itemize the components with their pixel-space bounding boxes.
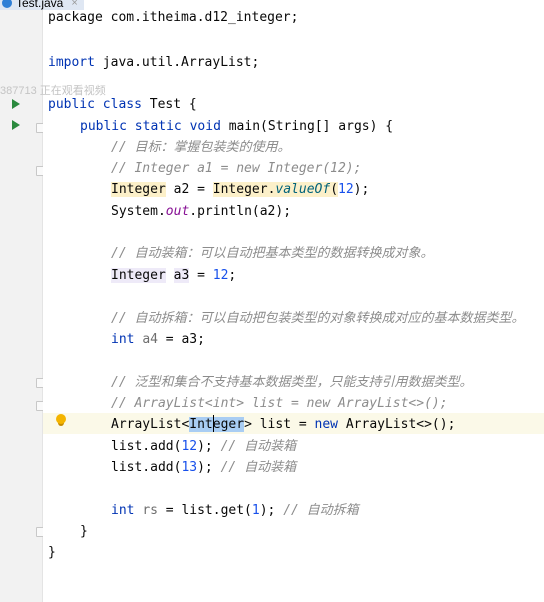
run-main-icon[interactable]: [12, 120, 20, 130]
code-line-add-12: list.add(12); // 自动装箱: [111, 439, 297, 454]
code-line-comment: // 泛型和集合不支持基本数据类型，只能支持引用数据类型。: [111, 375, 473, 390]
code-line-comment: // 自动装箱：可以自动把基本类型的数据转换成对象。: [111, 246, 434, 261]
viewer-count-overlay: 387713 正在观看视频: [0, 85, 106, 97]
lightbulb-icon[interactable]: [56, 414, 66, 424]
editor-gutter[interactable]: [0, 10, 42, 602]
code-line-list-decl: ArrayList<Integer> list = new ArrayList<…: [111, 417, 456, 432]
code-line-comment: // 目标：掌握包装类的使用。: [111, 140, 291, 155]
code-line-println: System.out.println(a2);: [111, 204, 292, 219]
code-line-close-class: }: [48, 545, 56, 560]
code-line-rs: int rs = list.get(1); // 自动拆箱: [111, 503, 359, 518]
code-line-a4: int a4 = a3;: [111, 332, 205, 347]
code-line-comment: // ArrayList<int> list = new ArrayList<>…: [111, 396, 448, 411]
code-line-main-decl: public static void main(String[] args) {: [80, 119, 394, 134]
code-line-comment: // Integer a1 = new Integer(12);: [111, 161, 362, 176]
java-class-icon: [2, 0, 12, 8]
code-line-add-13: list.add(13); // 自动装箱: [111, 460, 297, 475]
code-line-import: import java.util.ArrayList;: [48, 55, 260, 70]
code-line-comment: // 自动拆箱：可以自动把包装类型的对象转换成对应的基本数据类型。: [111, 311, 525, 326]
code-line-package: package com.itheima.d12_integer;: [48, 10, 299, 25]
code-line-close-method: }: [80, 524, 88, 539]
code-line-a3: Integer a3 = 12;: [111, 268, 237, 283]
text-cursor: [213, 415, 214, 432]
code-line-a2: Integer a2 = Integer.valueOf(12);: [111, 182, 370, 197]
run-class-icon[interactable]: [12, 99, 20, 109]
